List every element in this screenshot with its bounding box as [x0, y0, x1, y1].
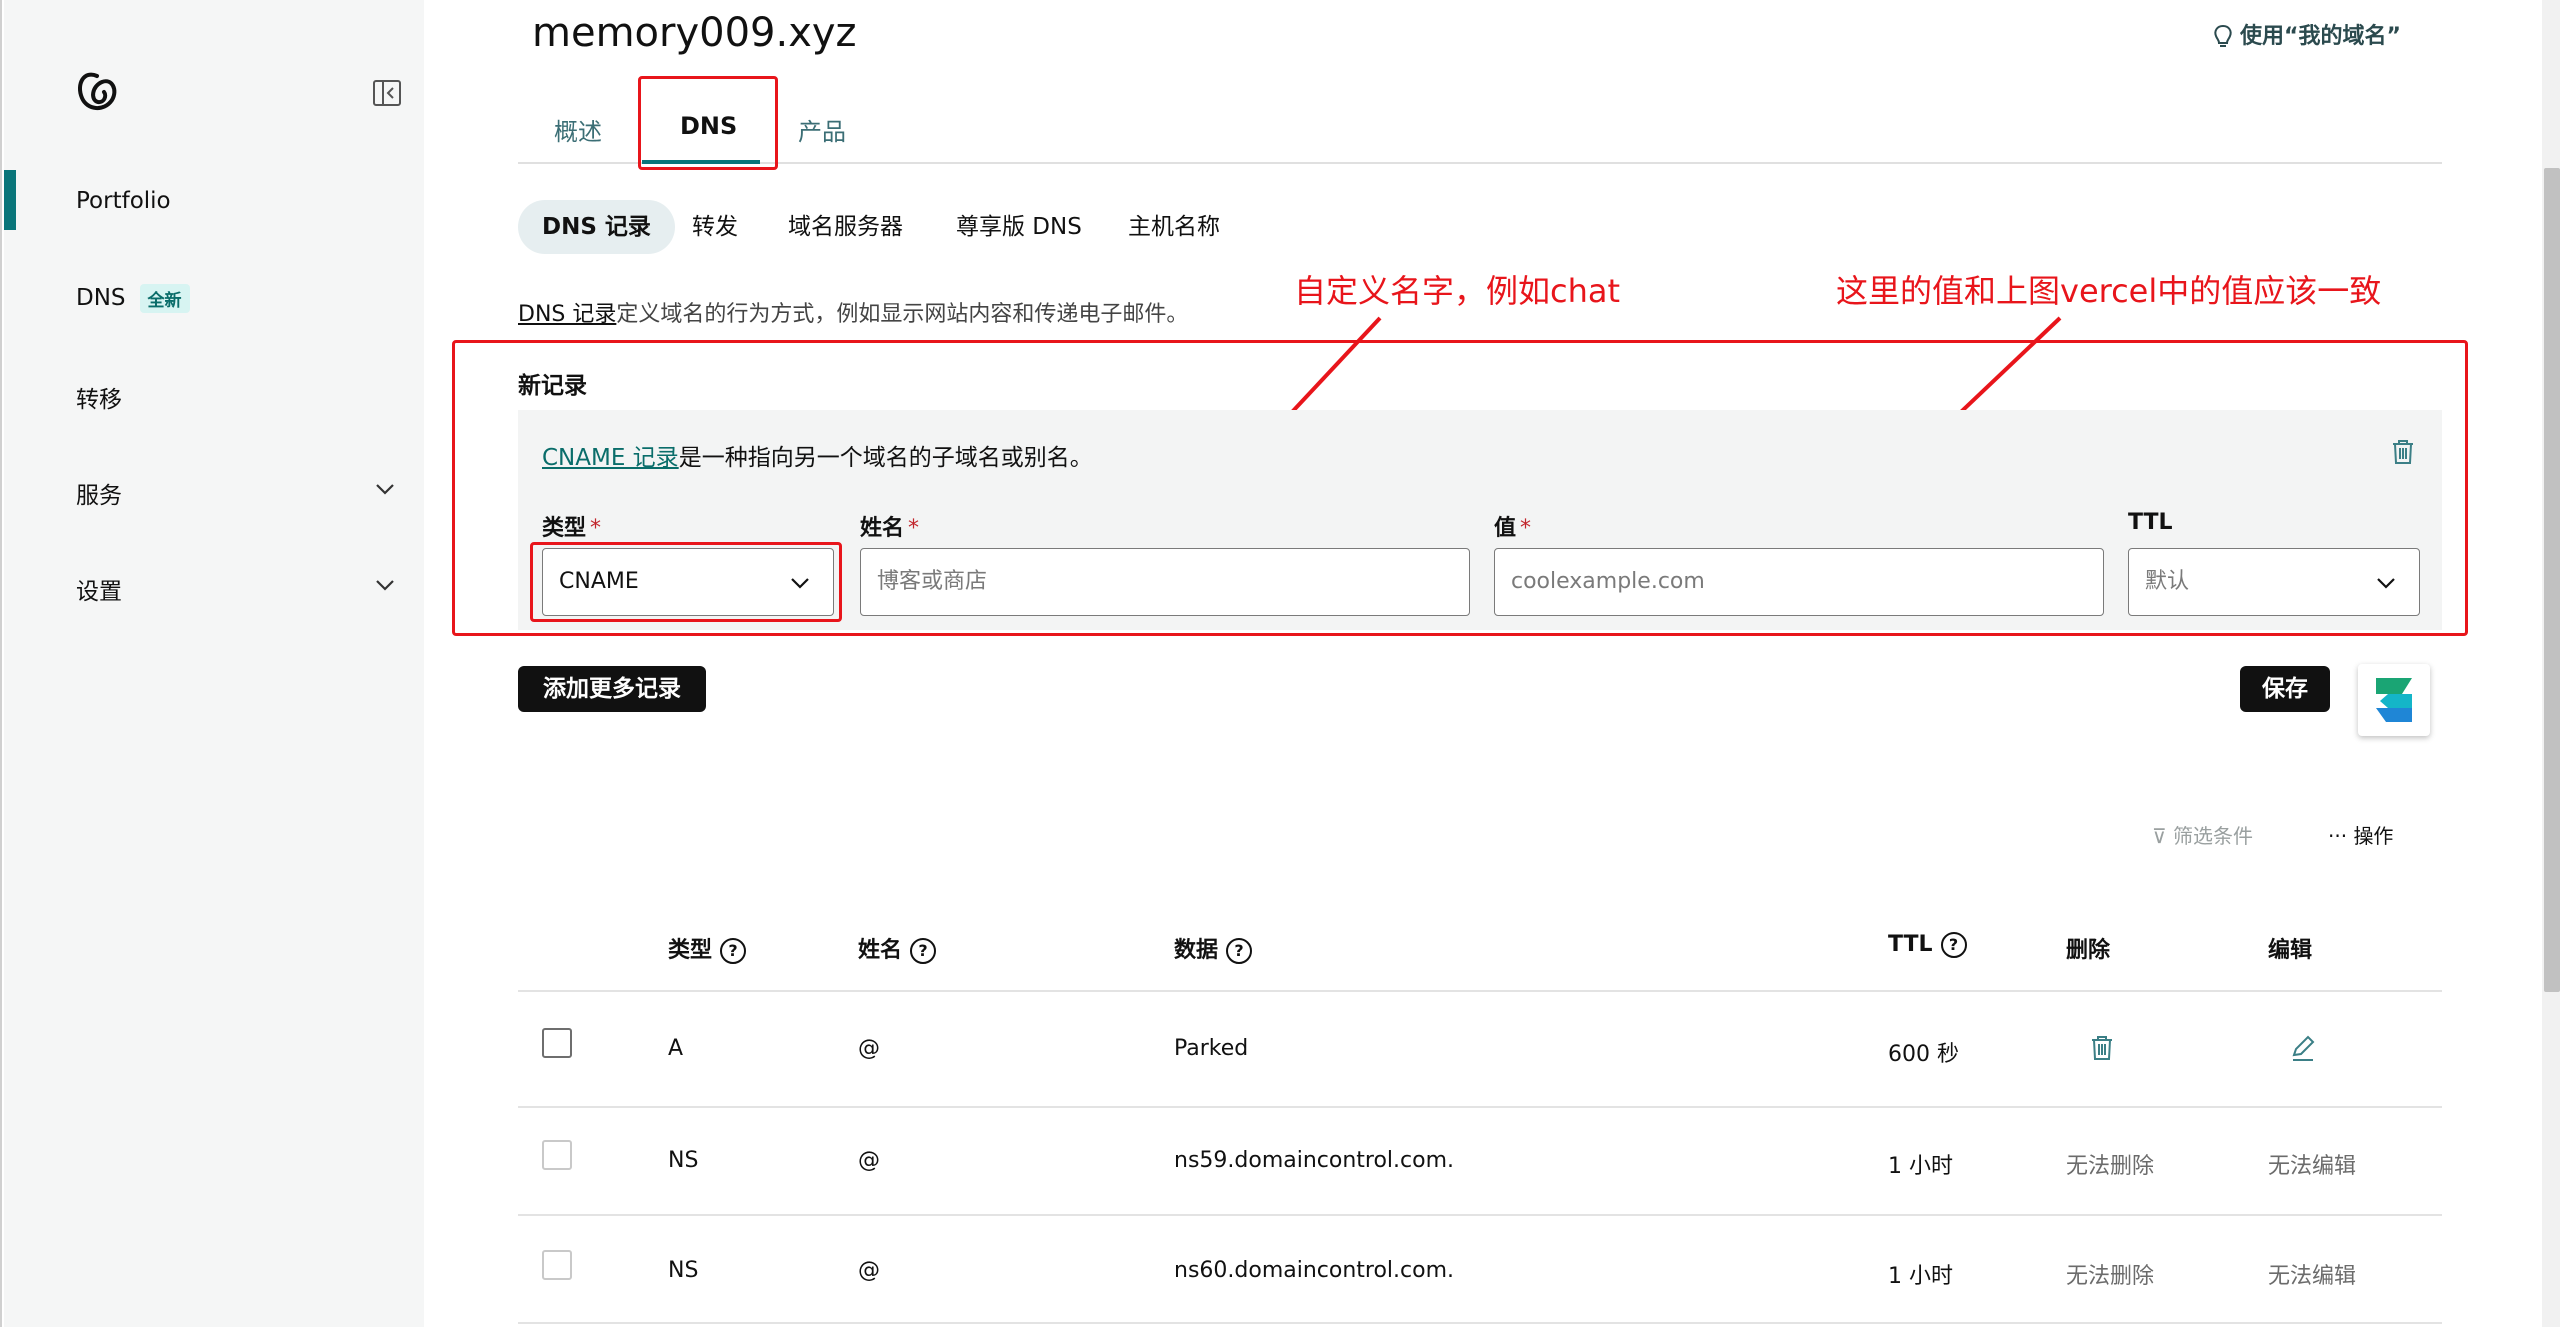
cell-type: NS [668, 1148, 699, 1173]
dns-records-link[interactable]: DNS 记录 [518, 302, 616, 327]
table-row-divider [518, 1322, 2442, 1324]
sidebar: Portfolio DNS 全新 转移 服务 设置 [4, 0, 424, 1327]
annotation-highlight-dns-tab [638, 76, 778, 170]
annotation-value-hint: 这里的值和上图vercel中的值应该一致 [1836, 272, 2382, 310]
chevron-down-icon[interactable] [374, 574, 396, 596]
sidebar-item-label: Portfolio [76, 188, 171, 214]
annotation-highlight-new-record [452, 340, 2468, 636]
column-header-data: 数据? [1174, 932, 1253, 964]
pencil-icon[interactable] [2290, 1034, 2316, 1062]
sidebar-item-label: 设置 [76, 579, 122, 605]
help-link-label: 使用“我的域名” [2240, 24, 2401, 49]
subtab-forwarding[interactable]: 转发 [692, 200, 738, 254]
chevron-down-icon[interactable] [374, 478, 396, 500]
table-row-divider [518, 1106, 2442, 1108]
main-tabs: 概述 DNS 产品 [518, 100, 2442, 164]
sidebar-item-label: DNS [76, 285, 126, 311]
row-checkbox[interactable] [542, 1028, 572, 1058]
filter-icon: ⊽ [2152, 824, 2173, 848]
cell-ttl: 600 秒 [1888, 1042, 1959, 1067]
cell-name: @ [858, 1148, 880, 1173]
cell-type: NS [668, 1258, 699, 1283]
cell-data: ns60.domaincontrol.com. [1174, 1258, 1455, 1283]
cell-delete-status: 无法删除 [2066, 1264, 2155, 1289]
column-header-type: 类型? [668, 932, 747, 964]
column-header-edit: 编辑 [2268, 938, 2313, 963]
cell-edit-status: 无法编辑 [2268, 1264, 2357, 1289]
help-icon[interactable]: ? [1940, 932, 1967, 958]
filter-button[interactable]: ⊽ 筛选条件 [2152, 820, 2253, 849]
table-row-divider [518, 1214, 2442, 1216]
cell-ttl: 1 小时 [1888, 1154, 1953, 1179]
more-icon: ··· [2328, 824, 2354, 848]
help-link[interactable]: 使用“我的域名” [2212, 18, 2401, 50]
nav-active-indicator [4, 170, 16, 230]
save-button[interactable]: 保存 [2240, 666, 2330, 712]
cell-name: @ [858, 1036, 880, 1061]
sidebar-item-transfer[interactable]: 转移 [76, 380, 122, 414]
annotation-name-hint: 自定义名字，例如chat [1294, 272, 1621, 310]
sidebar-item-settings[interactable]: 设置 [76, 572, 122, 606]
trash-icon[interactable] [2090, 1034, 2114, 1062]
cell-edit-status: 无法编辑 [2268, 1154, 2357, 1179]
domain-title: memory009.xyz [532, 10, 857, 56]
column-header-ttl: TTL? [1888, 932, 1967, 958]
stacked-chevrons-icon [2376, 678, 2412, 722]
cell-type: A [668, 1036, 684, 1061]
column-header-name: 姓名? [858, 932, 937, 964]
lightbulb-icon [2214, 24, 2232, 47]
godaddy-logo-icon[interactable] [74, 70, 120, 116]
app-frame: Portfolio DNS 全新 转移 服务 设置 memory009.xyz 使… [0, 0, 2560, 1327]
subtab-premium-dns[interactable]: 尊享版 DNS [956, 200, 1082, 254]
sidebar-item-label: 服务 [76, 483, 122, 509]
sidebar-item-portfolio[interactable]: Portfolio [76, 188, 171, 214]
subtab-hostnames[interactable]: 主机名称 [1128, 200, 1220, 254]
column-header-delete: 删除 [2066, 938, 2111, 963]
dns-description: DNS 记录定义域名的行为方式，例如显示网站内容和传递电子邮件。 [518, 296, 1188, 328]
tab-products[interactable]: 产品 [798, 112, 846, 147]
cell-data: Parked [1174, 1036, 1249, 1061]
sidebar-item-services[interactable]: 服务 [76, 476, 122, 510]
collapse-sidebar-icon[interactable] [372, 78, 402, 108]
subtab-nameservers[interactable]: 域名服务器 [788, 200, 903, 254]
tab-overview[interactable]: 概述 [554, 112, 602, 147]
actions-button[interactable]: ··· 操作 [2328, 820, 2393, 849]
subtab-dns-records[interactable]: DNS 记录 [518, 200, 675, 254]
cell-name: @ [858, 1258, 880, 1283]
cell-ttl: 1 小时 [1888, 1264, 1953, 1289]
help-icon[interactable]: ? [720, 938, 747, 964]
extension-app-icon[interactable] [2358, 664, 2430, 736]
new-badge: 全新 [139, 284, 190, 313]
dns-description-text: 定义域名的行为方式，例如显示网站内容和传递电子邮件。 [616, 302, 1189, 327]
table-divider [518, 990, 2442, 992]
help-icon[interactable]: ? [1226, 938, 1253, 964]
row-checkbox [542, 1250, 572, 1280]
scrollbar-thumb[interactable] [2544, 168, 2560, 992]
cell-delete-status: 无法删除 [2066, 1154, 2155, 1179]
row-checkbox [542, 1140, 572, 1170]
sidebar-item-label: 转移 [76, 387, 122, 413]
help-icon[interactable]: ? [910, 938, 937, 964]
add-more-records-button[interactable]: 添加更多记录 [518, 666, 706, 712]
sidebar-item-dns[interactable]: DNS 全新 [76, 284, 190, 313]
cell-data: ns59.domaincontrol.com. [1174, 1148, 1455, 1173]
